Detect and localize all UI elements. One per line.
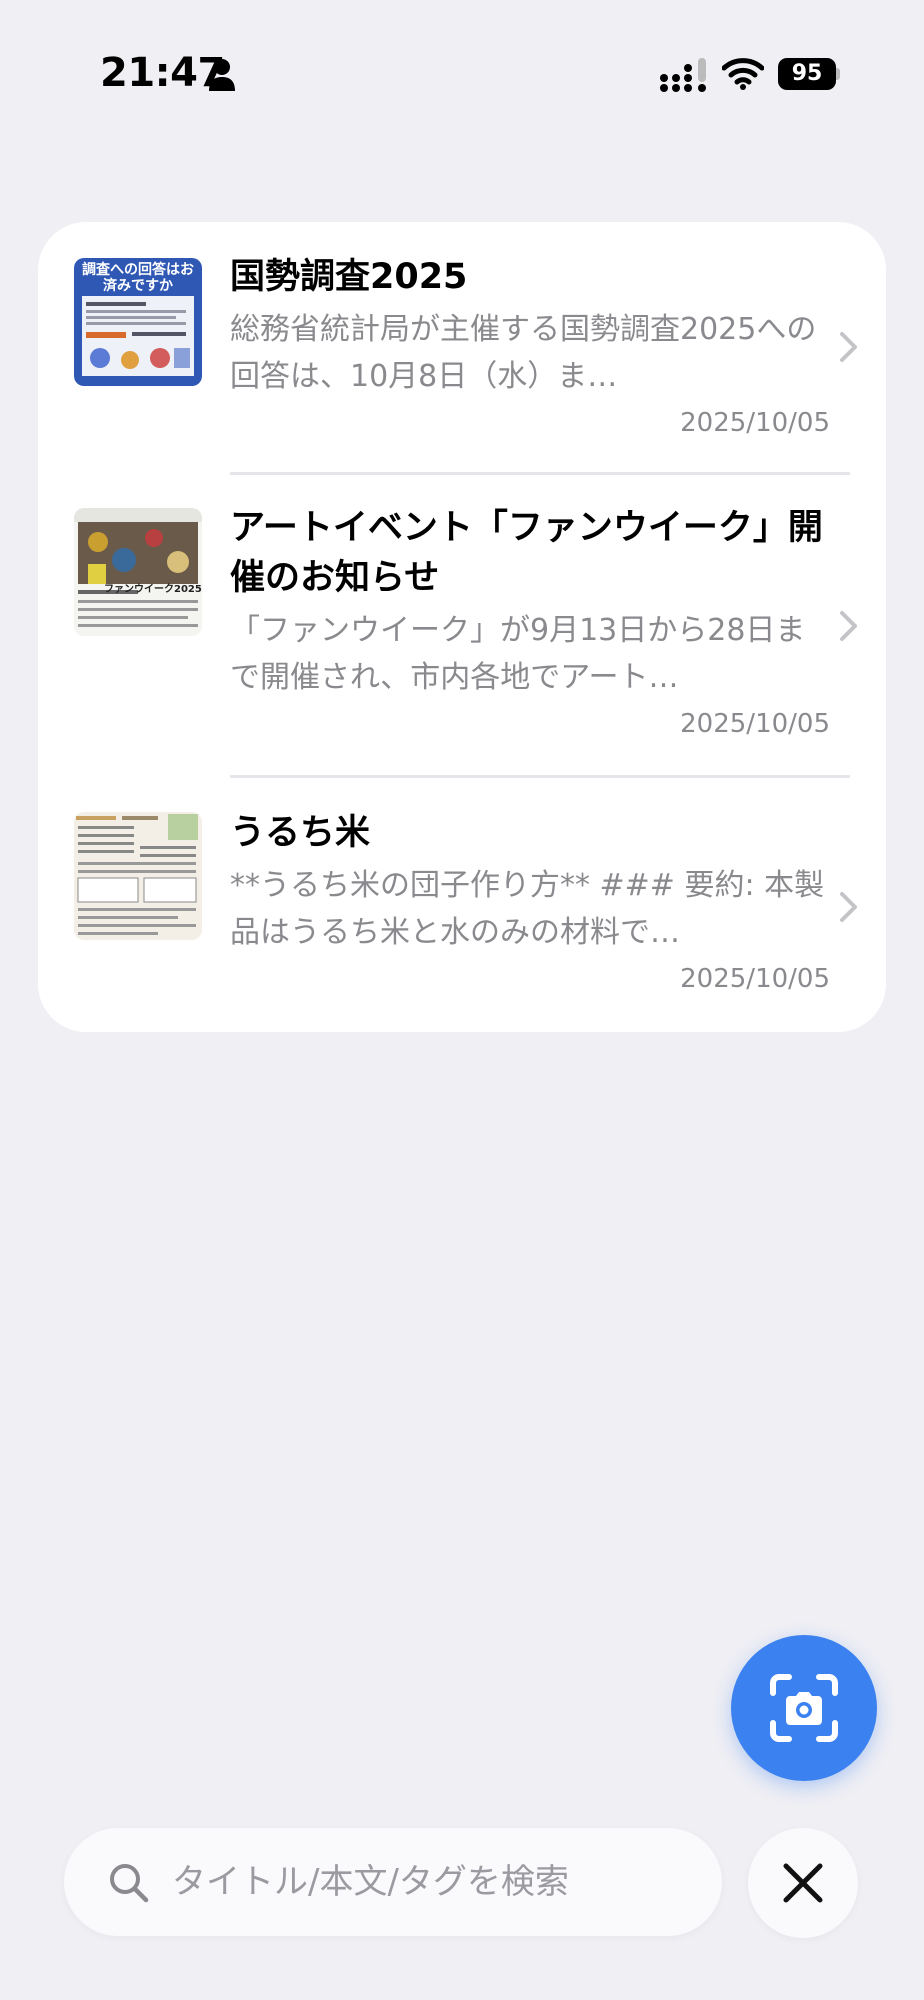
battery-level: 95: [778, 58, 836, 90]
battery-cap: [836, 68, 840, 80]
item-text: アートイベント「ファンウイーク」開催のお知らせ 「ファンウイーク」が9月13日か…: [230, 503, 830, 701]
document-list: 調査への回答はお済みですか 国勢調査2025 総務省統計局が主催する国勢調査20…: [38, 222, 886, 1032]
item-date: 2025/10/05: [680, 408, 830, 438]
list-item[interactable]: 調査への回答はお済みですか 国勢調査2025 総務省統計局が主催する国勢調査20…: [38, 222, 886, 474]
chevron-right-icon: [840, 611, 857, 641]
person-icon: [209, 59, 235, 91]
item-summary: 総務省統計局が主催する国勢調査2025への回答は、10月8日（水）ま…: [230, 312, 817, 394]
item-title: 国勢調査2025: [230, 257, 468, 297]
list-item[interactable]: ファンウイーク2025 アートイベント「ファンウイーク」開催のお知らせ 「ファン…: [38, 475, 886, 776]
battery-icon: 95: [778, 58, 840, 90]
item-title: うるち米: [230, 813, 371, 853]
item-summary: **うるち米の団子作り方** ### 要約: 本製品はうるち米と水のみの材料で…: [230, 868, 825, 950]
item-summary: 「ファンウイーク」が9月13日から28日まで開催され、市内各地でアート…: [230, 613, 806, 695]
thumbnail-text: 調査への回答はお済みですか: [82, 262, 194, 294]
chevron-right-icon: [840, 892, 857, 922]
wifi-icon: [722, 58, 764, 90]
thumbnail-image: 調査への回答はお済みですか: [74, 258, 202, 386]
thumbnail-text: ファンウイーク2025: [104, 584, 202, 595]
scan-camera-button[interactable]: [731, 1635, 877, 1781]
close-button[interactable]: [748, 1828, 858, 1938]
list-item[interactable]: うるち米 **うるち米の団子作り方** ### 要約: 本製品はうるち米と水のみ…: [38, 778, 886, 1032]
close-icon: [783, 1863, 823, 1903]
search-icon: [110, 1864, 149, 1903]
thumbnail-image: ファンウイーク2025: [74, 508, 202, 636]
search-input[interactable]: [172, 1848, 692, 1916]
item-date: 2025/10/05: [680, 964, 830, 994]
item-text: うるち米 **うるち米の団子作り方** ### 要約: 本製品はうるち米と水のみ…: [230, 808, 830, 956]
status-time: 21:47: [100, 50, 225, 96]
camera-scan-icon: [770, 1674, 838, 1742]
item-date: 2025/10/05: [680, 709, 830, 739]
thumbnail-image: [74, 812, 202, 940]
item-title: アートイベント「ファンウイーク」開催のお知らせ: [230, 508, 823, 598]
signal-icon: [660, 58, 706, 92]
screen: 21:47 95 調査への回答はお済みですか 国勢調査2025 総務省統計局が主…: [0, 0, 924, 2000]
item-text: 国勢調査2025 総務省統計局が主催する国勢調査2025への回答は、10月8日（…: [230, 252, 830, 400]
search-bar[interactable]: [64, 1828, 722, 1936]
status-bar: 21:47 95: [0, 0, 924, 150]
chevron-right-icon: [840, 332, 857, 362]
